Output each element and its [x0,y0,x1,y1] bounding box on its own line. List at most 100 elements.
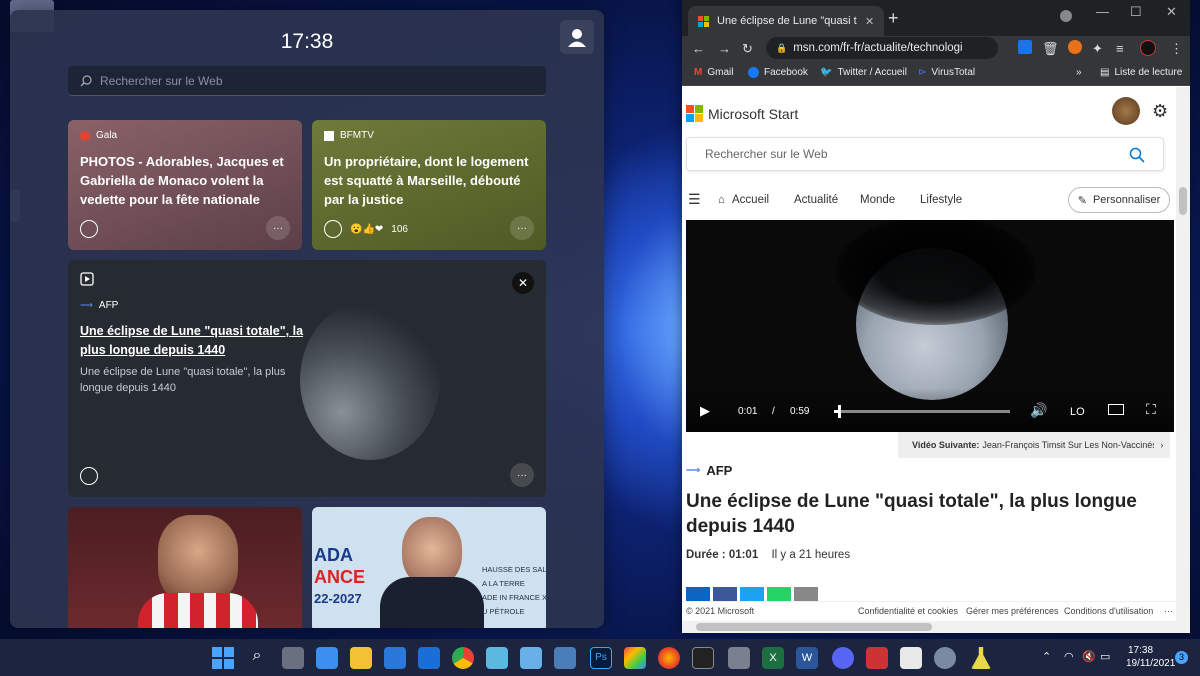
widgets-search-input[interactable] [100,73,500,88]
minimize-button[interactable]: — [1096,4,1109,19]
extension-circle-icon[interactable] [1068,40,1082,54]
profile-avatar-icon[interactable] [1140,40,1156,56]
terminal-icon[interactable] [692,647,714,669]
photos-icon[interactable] [486,647,508,669]
taskbar-time[interactable]: 17:38 [1128,645,1153,656]
volume-muted-icon[interactable]: 🔇 [1082,650,1096,663]
footer-privacy-link[interactable]: Confidentialité et cookies [858,606,958,616]
news-title[interactable]: Une éclipse de Lune "quasi totale", la p… [80,322,310,360]
new-tab-button[interactable]: + [888,8,899,29]
bookmark-gmail[interactable]: M Gmail [694,67,733,78]
discord-icon[interactable] [832,647,854,669]
settings-icon[interactable] [934,647,956,669]
volume-icon[interactable]: 🔊 [1030,402,1047,419]
captions-icon[interactable] [1108,404,1124,415]
notepad-icon[interactable] [520,647,542,669]
footer-more-icon[interactable]: ··· [1164,606,1173,616]
profile-button[interactable] [560,20,594,54]
url-input[interactable] [793,42,964,54]
monitor-icon[interactable] [554,647,576,669]
nav-actualite[interactable]: Actualité [794,194,838,206]
word-icon[interactable]: W [796,647,818,669]
taskbar-date[interactable]: 19/11/2021 [1126,658,1175,669]
nav-accueil[interactable]: Accueil [732,194,769,206]
reaction-icon[interactable] [324,220,342,238]
settings-gear-icon[interactable]: ⚙ [1152,101,1168,122]
browser-tab[interactable]: Une éclipse de Lune "quasi totale" ✕ [688,6,884,36]
more-options-button[interactable]: ··· [510,463,534,487]
search-icon[interactable]: ⌕ [246,647,268,669]
microsoft-start-logo[interactable]: Microsoft Start [686,105,798,122]
calculator-icon[interactable] [728,647,750,669]
widgets-icon[interactable] [316,647,338,669]
extension-s-icon[interactable] [1018,40,1032,54]
footer-terms-link[interactable]: Conditions d'utilisation [1064,606,1153,616]
seek-bar[interactable] [834,405,1010,418]
close-window-button[interactable]: ✕ [1166,4,1177,20]
vertical-scrollbar[interactable] [1176,87,1190,621]
bookmark-facebook[interactable]: Facebook [748,67,808,78]
reaction-icon[interactable] [80,467,98,485]
seek-handle[interactable] [837,405,841,418]
mail-icon[interactable] [418,647,440,669]
quality-label[interactable]: LO [1070,406,1085,418]
page-search[interactable] [686,137,1164,171]
play-icon[interactable]: ▶ [700,403,710,419]
firefox-icon[interactable] [658,647,680,669]
search-icon[interactable] [1129,147,1145,163]
news-title[interactable]: Un propriétaire, dont le logement est sq… [324,152,534,209]
news-title[interactable]: PHOTOS - Adorables, Jacques et Gabriella… [80,152,290,209]
user-avatar[interactable] [1112,97,1140,125]
battery-icon[interactable]: ▭ [1100,650,1110,663]
bookmarks-overflow-icon[interactable]: » [1076,67,1082,78]
excel-icon[interactable]: X [762,647,784,669]
reactions[interactable] [80,467,98,485]
photoshop-icon[interactable]: Ps [590,647,612,669]
extensions-puzzle-icon[interactable]: ✦ [1092,41,1103,57]
nav-monde[interactable]: Monde [860,194,895,206]
horizontal-scrollbar[interactable] [682,621,1190,633]
reaction-icon[interactable] [80,220,98,238]
app-icon[interactable] [900,647,922,669]
news-card-video[interactable]: ⟶ AFP Une éclipse de Lune "quasi totale"… [68,260,546,497]
more-options-button[interactable]: ··· [266,216,290,240]
maximize-button[interactable]: ☐ [1130,4,1142,20]
personalize-button[interactable]: ✎ Personnaliser [1068,187,1170,213]
bookmark-virustotal[interactable]: ⊳ VirusTotal [918,67,975,78]
page-search-input[interactable] [705,147,1105,161]
chevron-right-icon[interactable]: › [1160,440,1163,450]
close-button[interactable]: ✕ [512,272,534,294]
paint-icon[interactable] [624,647,646,669]
flask-icon[interactable] [971,647,991,669]
address-bar[interactable]: 🔒 [766,37,998,59]
store-icon[interactable] [384,647,406,669]
news-card[interactable]: Gala PHOTOS - Adorables, Jacques et Gabr… [68,120,302,250]
news-card[interactable]: BFMTV Un propriétaire, dont le logement … [312,120,546,250]
reading-list-button[interactable]: ▤ Liste de lecture [1100,67,1182,78]
next-video-banner[interactable]: Vidéo Suivante: Jean-François Timsit Sur… [898,432,1170,458]
reload-icon[interactable]: ↻ [742,41,753,57]
menu-icon[interactable]: ⋮ [1170,41,1183,57]
nav-lifestyle[interactable]: Lifestyle [920,194,962,206]
news-card-image[interactable]: ADA ANCE 22-2027 HAUSSE DES SALAIR A LA … [312,507,546,628]
tray-chevron-up-icon[interactable]: ⌃ [1042,650,1051,663]
tab-close-icon[interactable]: ✕ [865,15,874,28]
reading-list-icon[interactable]: ≡ [1116,41,1124,56]
back-icon[interactable]: ← [692,41,705,56]
reactions[interactable]: 😮👍❤ 106 [324,220,408,238]
scroll-thumb[interactable] [1179,187,1187,215]
news-card-image[interactable] [68,507,302,628]
task-view-icon[interactable] [282,647,304,669]
start-windows-icon[interactable] [212,647,234,669]
bookmark-twitter[interactable]: 🐦 Twitter / Accueil [820,67,907,78]
extension-trash-icon[interactable]: 🗑 [1042,41,1059,57]
widgets-search[interactable] [68,66,546,96]
footer-preferences-link[interactable]: Gérer mes préférences [966,606,1059,616]
hamburger-menu-icon[interactable]: ☰ [688,191,701,208]
horizontal-scroll-thumb[interactable] [696,623,932,631]
file-explorer-icon[interactable] [350,647,372,669]
forward-icon[interactable]: → [718,41,731,56]
wifi-icon[interactable]: ◠ [1064,650,1074,663]
chrome-icon[interactable] [452,647,474,669]
notification-badge[interactable]: 3 [1175,651,1188,664]
